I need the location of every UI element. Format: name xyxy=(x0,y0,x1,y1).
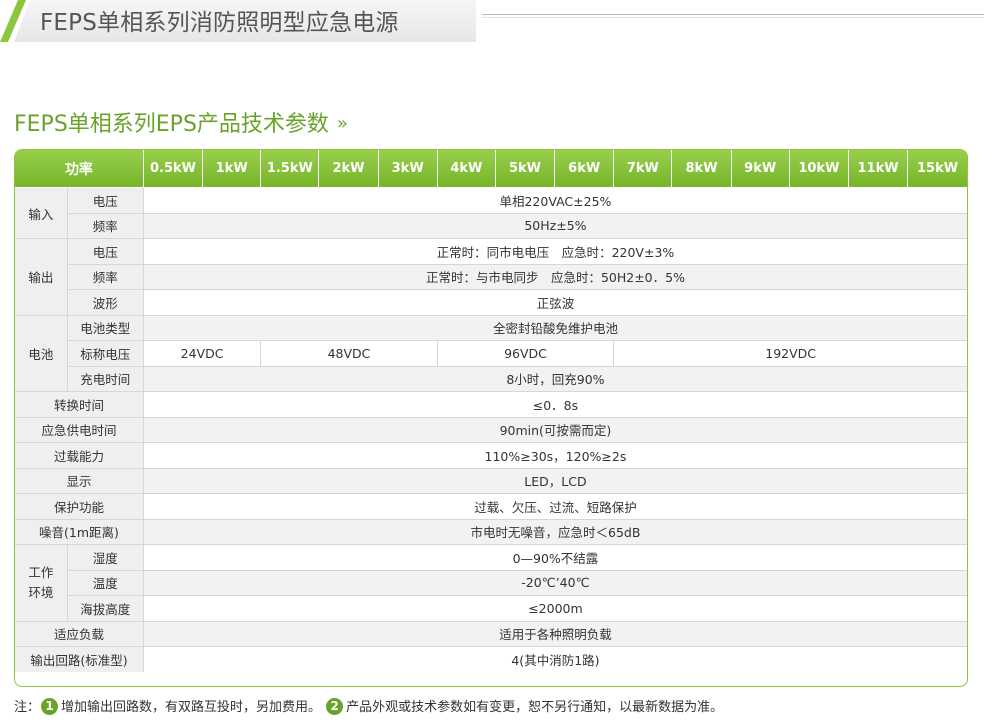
row-value: 过载、欠压、过流、短路保护 xyxy=(142,493,967,520)
power-column-header: 5kW xyxy=(494,150,556,188)
table-row: 适应负载 适用于各种照明负载 xyxy=(15,620,967,647)
row-label: 温度 xyxy=(67,569,144,596)
row-group-output: 输出 xyxy=(15,238,68,316)
power-column-header: 6kW xyxy=(554,150,615,188)
power-column-header: 1kW xyxy=(202,150,262,188)
table-row: 过载能力 110%≥30s，120%≥2s xyxy=(15,442,967,469)
row-label: 保护功能 xyxy=(15,493,144,520)
section-title: FEPS单相系列EPS产品技术参数 » xyxy=(14,106,348,138)
row-label: 电池类型 xyxy=(66,314,144,341)
row-value: 192VDC xyxy=(613,340,967,367)
row-group-input: 输入 xyxy=(15,187,68,239)
section-title-text: FEPS单相系列EPS产品技术参数 xyxy=(14,112,329,137)
row-value: 适用于各种照明负载 xyxy=(142,620,967,647)
banner-divider xyxy=(482,14,984,15)
table-row: 充电时间 8小时，回充90% xyxy=(15,365,967,392)
row-label: 电压 xyxy=(66,238,144,265)
row-label: 输出回路(标准型) xyxy=(15,646,144,672)
table-row: 工作 环境 湿度 0—90%不结露 xyxy=(15,544,967,622)
power-column-header: 7kW xyxy=(613,150,673,188)
row-value: ≤0．8s xyxy=(142,391,967,418)
row-group-label-line: 工作 xyxy=(28,564,54,580)
row-label: 电压 xyxy=(66,187,144,214)
row-value: -20℃’40℃ xyxy=(142,569,967,596)
table-row: 转换时间 ≤0．8s xyxy=(15,391,967,418)
row-label: 海拔高度 xyxy=(67,595,144,622)
table-row: 保护功能 过载、欠压、过流、短路保护 xyxy=(15,493,967,520)
page-title: FEPS单相系列消防照明型应急电源 xyxy=(40,10,399,36)
table-row: 输出回路(标准型) 4(其中消防1路) xyxy=(15,646,967,672)
row-value: 市电时无噪音，应急时＜65dB xyxy=(142,518,967,545)
table-row: 海拔高度 ≤2000m xyxy=(15,595,967,622)
footnote-prefix: 注： xyxy=(14,700,41,715)
row-value: 8小时，回充90% xyxy=(142,365,967,392)
row-label: 应急供电时间 xyxy=(15,416,144,443)
row-value: 正弦波 xyxy=(142,289,967,316)
table-row: 频率 50Hz±5% xyxy=(15,212,967,239)
footnote-text-1: 增加输出回路数，有双路互投时，另加费用。 xyxy=(61,700,322,715)
top-banner: FEPS单相系列消防照明型应急电源 xyxy=(0,0,984,42)
spec-table: 功率 0.5kW 1kW 1.5kW 2kW 3kW 4kW 5kW 6kW 7… xyxy=(15,150,967,672)
row-value: 全密封铅酸免维护电池 xyxy=(142,314,967,341)
row-label: 充电时间 xyxy=(67,365,144,392)
row-value: 24VDC xyxy=(142,340,262,367)
row-value: 110%≥30s，120%≥2s xyxy=(142,442,967,469)
row-value: 96VDC xyxy=(436,340,615,367)
table-row: 显示 LED，LCD xyxy=(15,467,967,494)
row-value: 4(其中消防1路) xyxy=(142,646,967,672)
power-column-header: 4kW xyxy=(436,150,496,188)
row-label: 转换时间 xyxy=(15,391,144,418)
row-value: 0—90%不结露 xyxy=(142,544,967,571)
row-label: 过载能力 xyxy=(15,442,144,469)
row-label: 噪音(1m距离) xyxy=(15,518,144,545)
power-column-header: 9kW xyxy=(730,150,790,188)
spec-table-container: 功率 0.5kW 1kW 1.5kW 2kW 3kW 4kW 5kW 6kW 7… xyxy=(14,149,968,687)
number-1-icon: 1 xyxy=(41,698,59,715)
row-value: LED，LCD xyxy=(142,467,967,494)
banner-divider-shadow xyxy=(482,17,984,18)
row-value: 单相220VAC±25% xyxy=(142,187,967,214)
power-column-header: 10kW xyxy=(788,150,849,188)
power-column-header: 11kW xyxy=(847,150,909,188)
number-2-icon: 2 xyxy=(326,698,344,715)
double-chevron-right-icon: » xyxy=(336,113,348,134)
table-row: 输出 电压 正常时：同市电电压 应急时：220V±3% xyxy=(15,238,967,316)
row-label: 湿度 xyxy=(66,544,144,571)
power-column-header: 0.5kW xyxy=(142,150,204,188)
row-group-battery: 电池 xyxy=(15,314,68,392)
power-header: 功率 xyxy=(15,150,144,188)
power-column-header: 15kW xyxy=(907,150,967,188)
header-row: 功率 0.5kW 1kW 1.5kW 2kW 3kW 4kW 5kW 6kW 7… xyxy=(15,150,967,188)
row-label: 频率 xyxy=(67,263,144,290)
table-row: 输入 电压 单相220VAC±25% xyxy=(15,187,967,239)
row-value: 正常时：同市电电压 应急时：220V±3% xyxy=(142,238,967,265)
row-label: 适应负载 xyxy=(15,620,144,647)
row-value: 48VDC xyxy=(260,340,438,367)
row-value: 正常时：与市电同步 应急时：50H2±0．5% xyxy=(142,263,967,290)
row-value: 90min(可按需而定) xyxy=(142,416,967,443)
row-value: ≤2000m xyxy=(142,595,967,622)
row-label: 频率 xyxy=(67,212,144,239)
table-row: 噪音(1m距离) 市电时无噪音，应急时＜65dB xyxy=(15,518,967,545)
power-column-header: 2kW xyxy=(318,150,379,188)
footnote: 注： 1 增加输出回路数，有双路互投时，另加费用。 2 产品外观或技术参数如有变更，恕… xyxy=(14,696,723,715)
table-row: 标称电压 24VDC 48VDC 96VDC 192VDC xyxy=(15,340,967,367)
row-group-label-line: 环境 xyxy=(28,584,54,600)
table-row: 频率 正常时：与市电同步 应急时：50H2±0．5% xyxy=(15,263,967,290)
row-label: 波形 xyxy=(67,289,144,316)
power-column-header: 1.5kW xyxy=(260,150,320,188)
table-row: 温度 -20℃’40℃ xyxy=(15,569,967,596)
footnote-text-2: 产品外观或技术参数如有变更，恕不另行通知，以最新数据为准。 xyxy=(346,700,724,715)
table-row: 电池 电池类型 全密封铅酸免维护电池 xyxy=(15,314,967,392)
power-column-header: 8kW xyxy=(671,150,732,188)
table-row: 应急供电时间 90min(可按需而定) xyxy=(15,416,967,443)
row-group-environment: 工作 环境 xyxy=(15,544,68,622)
row-label: 标称电压 xyxy=(67,340,144,367)
row-label: 显示 xyxy=(15,467,144,494)
power-column-header: 3kW xyxy=(377,150,438,188)
table-row: 波形 正弦波 xyxy=(15,289,967,316)
row-value: 50Hz±5% xyxy=(142,212,967,239)
